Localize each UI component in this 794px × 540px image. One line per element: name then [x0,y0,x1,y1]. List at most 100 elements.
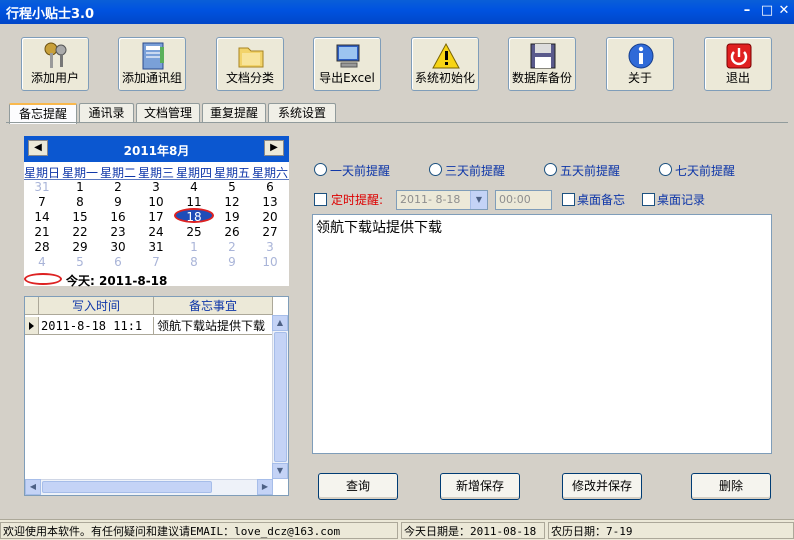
scroll-left-icon[interactable]: ◀ [25,479,41,495]
modify-save-button[interactable]: 修改并保存 [562,473,642,500]
calendar-day[interactable]: 30 [102,240,134,254]
calendar-day[interactable]: 14 [26,210,58,224]
calendar-day[interactable]: 10 [254,255,286,269]
cell-time[interactable]: 2011-8-18 11:1 [39,317,154,335]
calendar-day[interactable]: 29 [64,240,96,254]
table-row[interactable]: 2011-8-18 11:1 领航下载站提供下载 [25,317,273,335]
horizontal-scrollbar[interactable]: ◀ ▶ [25,479,273,495]
vertical-scrollbar[interactable]: ▲ ▼ [272,315,288,479]
radio-circle[interactable] [314,163,327,176]
timed-reminder-checkbox[interactable] [314,193,327,206]
tab-documents[interactable]: 文档管理 [136,103,200,123]
tab-contacts[interactable]: 通讯录 [79,103,134,123]
calendar-day[interactable]: 31 [26,180,58,194]
calendar-day[interactable]: 26 [216,225,248,239]
scroll-right-icon[interactable]: ▶ [257,479,273,495]
export-excel-button[interactable]: 导出Excel [313,37,381,91]
calendar-day[interactable]: 28 [26,240,58,254]
radio-circle[interactable] [429,163,442,176]
calendar-day[interactable]: 21 [26,225,58,239]
delete-button[interactable]: 删除 [691,473,771,500]
calendar-day[interactable]: 15 [64,210,96,224]
tab-repeat-reminder[interactable]: 重复提醒 [202,103,266,123]
add-group-button[interactable]: 添加通讯组 [118,37,186,91]
calendar-day[interactable]: 31 [140,240,172,254]
calendar-day[interactable]: 22 [64,225,96,239]
calendar-day[interactable]: 16 [102,210,134,224]
reminder-date-picker[interactable]: 2011- 8-18 ▼ [396,190,488,210]
calendar-day[interactable]: 9 [102,195,134,209]
db-backup-button[interactable]: 数据库备份 [508,37,576,91]
desktop-memo-checkbox[interactable] [562,193,575,206]
next-month-button[interactable]: ▶ [264,140,284,156]
calendar-day[interactable]: 20 [254,210,286,224]
calendar-day[interactable]: 17 [140,210,172,224]
calendar-day[interactable]: 7 [26,195,58,209]
close-icon[interactable]: ✕ [775,3,793,21]
cell-memo[interactable]: 领航下载站提供下载 [154,317,273,335]
about-button[interactable]: 关于 [606,37,674,91]
horizontal-scroll-thumb[interactable] [42,481,212,493]
calendar-day[interactable]: 4 [26,255,58,269]
calendar-day[interactable]: 2 [102,180,134,194]
calendar-day[interactable]: 8 [178,255,210,269]
weekday-header: 星期四 [176,166,213,180]
radio-circle[interactable] [659,163,672,176]
chevron-down-icon[interactable]: ▼ [470,191,487,209]
db-backup-label: 数据库备份 [511,71,572,85]
calendar-day[interactable]: 24 [140,225,172,239]
radio-circle[interactable] [544,163,557,176]
query-button[interactable]: 查询 [318,473,398,500]
weekday-header: 星期日 [24,166,61,180]
calendar-day[interactable]: 4 [178,180,210,194]
calendar-day[interactable]: 10 [140,195,172,209]
calendar-day[interactable]: 2 [216,240,248,254]
calendar-day[interactable]: 18 [178,210,210,224]
column-header-memo[interactable]: 备忘事宜 [154,297,273,315]
add-save-button[interactable]: 新增保存 [440,473,520,500]
weekday-header: 星期一 [62,166,99,180]
minimize-icon[interactable]: – [738,3,756,21]
info-icon [628,43,654,69]
calendar-day[interactable]: 5 [216,180,248,194]
system-init-button[interactable]: 系统初始化 [411,37,479,91]
calendar-month-title: 2011年8月 [123,144,190,158]
exit-button[interactable]: 退出 [704,37,772,91]
maximize-icon[interactable]: □ [758,3,776,21]
doc-category-button[interactable]: 文档分类 [216,37,284,91]
radio-one-day-label: 一天前提醒 [330,164,391,178]
calendar-day[interactable]: 7 [140,255,172,269]
memo-textarea[interactable]: 领航下载站提供下载 [312,214,772,454]
tab-system-settings[interactable]: 系统设置 [268,103,336,123]
tab-memo-reminder[interactable]: 备忘提醒 [9,103,77,124]
calendar[interactable]: ◀ 2011年8月 ▶ 今天: 2011-8-18 星期日 星期一 星期二 星期三 星期… [24,136,289,288]
calendar-day[interactable]: 19 [216,210,248,224]
row-indicator [25,317,39,335]
calendar-day[interactable]: 3 [140,180,172,194]
calendar-day[interactable]: 12 [216,195,248,209]
doc-category-label: 文档分类 [225,71,274,85]
scroll-down-icon[interactable]: ▼ [272,463,288,479]
calendar-day[interactable]: 1 [178,240,210,254]
calendar-day[interactable]: 1 [64,180,96,194]
calendar-day[interactable]: 6 [102,255,134,269]
calendar-day[interactable]: 9 [216,255,248,269]
calendar-day[interactable]: 5 [64,255,96,269]
weekday-header: 星期三 [138,166,175,180]
calendar-day[interactable]: 6 [254,180,286,194]
prev-month-button[interactable]: ◀ [28,140,48,156]
add-user-button[interactable]: 添加用户 [21,37,89,91]
calendar-day[interactable]: 23 [102,225,134,239]
column-header-time[interactable]: 写入时间 [39,297,154,315]
calendar-day[interactable]: 11 [178,195,210,209]
calendar-day[interactable]: 27 [254,225,286,239]
vertical-scroll-thumb[interactable] [274,332,287,462]
title-bar: 行程小贴士3.0 – □ ✕ [0,0,794,24]
calendar-day[interactable]: 13 [254,195,286,209]
desktop-record-checkbox[interactable] [642,193,655,206]
calendar-day[interactable]: 8 [64,195,96,209]
scroll-up-icon[interactable]: ▲ [272,315,288,331]
reminder-time-input[interactable]: 00:00 [495,190,552,210]
calendar-day[interactable]: 25 [178,225,210,239]
calendar-day[interactable]: 3 [254,240,286,254]
